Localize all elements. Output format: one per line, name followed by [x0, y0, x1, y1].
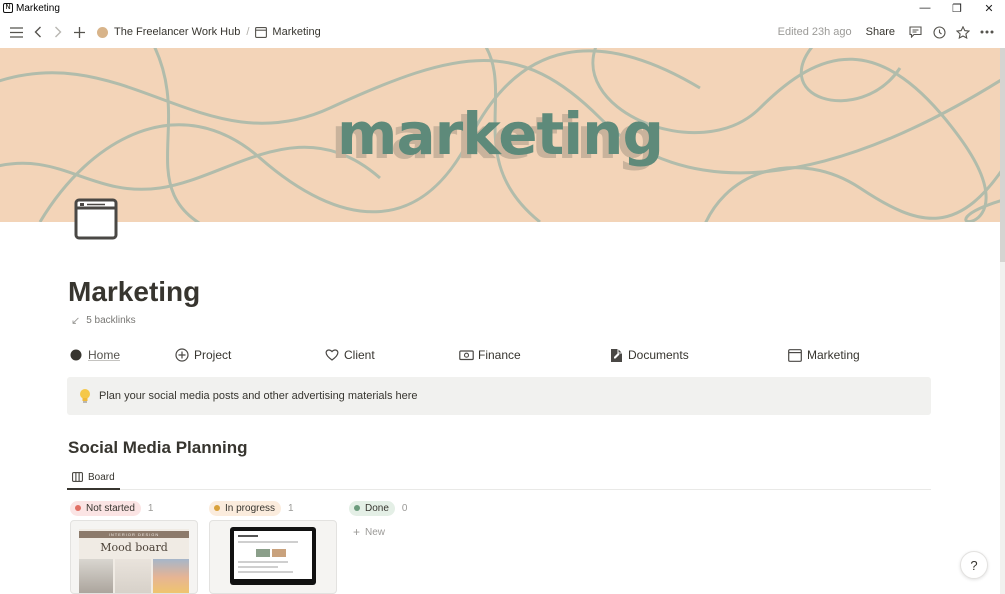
- plus-icon: +: [353, 525, 361, 539]
- vertical-scrollbar[interactable]: [1000, 48, 1005, 594]
- scrollbar-thumb[interactable]: [1000, 48, 1005, 262]
- minimize-button[interactable]: —: [909, 0, 941, 16]
- board-icon: [72, 472, 83, 482]
- status-label: Not started: [86, 502, 135, 514]
- avatar: [97, 26, 108, 38]
- breadcrumb-label-page: Marketing: [272, 26, 321, 38]
- card-cover-image: INTERIOR DESIGN Mood board: [79, 529, 189, 593]
- breadcrumb: The Freelancer Work Hub / Marketing: [97, 26, 321, 38]
- nav-project-label: Project: [194, 348, 232, 362]
- status-badge: In progress: [209, 500, 282, 516]
- notion-app-icon: N: [3, 3, 13, 13]
- mood-image: [115, 559, 151, 593]
- status-badge: Done: [349, 500, 395, 516]
- nav-project[interactable]: Project: [174, 345, 231, 365]
- board-column-header-done[interactable]: Done 0: [349, 500, 407, 516]
- comment-icon[interactable]: [905, 22, 925, 42]
- nav-marketing-label: Marketing: [807, 348, 860, 362]
- database-view-tabs: Board: [67, 466, 931, 490]
- mood-image: [153, 559, 189, 593]
- breadcrumb-workspace[interactable]: The Freelancer Work Hub: [97, 26, 240, 38]
- share-button[interactable]: Share: [866, 26, 895, 38]
- breadcrumb-label-workspace: The Freelancer Work Hub: [114, 26, 241, 38]
- hamburger-menu-icon[interactable]: [6, 22, 26, 42]
- backlinks-link[interactable]: ↙ 5 backlinks: [71, 314, 136, 327]
- browser-window-icon: [255, 26, 268, 38]
- card-cover-image: [230, 527, 316, 585]
- nav-client-label: Client: [344, 348, 375, 362]
- nav-client[interactable]: Client: [324, 345, 375, 365]
- window-controls: — ❐ ✕: [909, 0, 1005, 16]
- page-icon[interactable]: [74, 197, 118, 241]
- nav-finance-label: Finance: [478, 348, 521, 362]
- page-cover[interactable]: marketing marketing: [0, 48, 1000, 222]
- heart-chat-icon: [324, 347, 340, 363]
- nav-marketing[interactable]: Marketing: [787, 345, 860, 365]
- app-top-bar: The Freelancer Work Hub / Marketing Edit…: [0, 16, 1005, 48]
- section-title[interactable]: Social Media Planning: [68, 438, 247, 458]
- column-count: 0: [401, 502, 408, 514]
- board-card-in-progress[interactable]: [209, 520, 337, 594]
- status-label: Done: [365, 502, 389, 514]
- star-icon[interactable]: [953, 22, 973, 42]
- board-column-header-not-started[interactable]: Not started 1: [70, 500, 153, 516]
- nav-home[interactable]: Home: [68, 345, 120, 365]
- document-pen-icon: [608, 347, 624, 363]
- new-card-label: New: [365, 526, 386, 538]
- page-title[interactable]: Marketing: [68, 276, 200, 308]
- nav-finance[interactable]: Finance: [458, 345, 521, 365]
- history-clock-icon[interactable]: [929, 22, 949, 42]
- status-badge: Not started: [70, 500, 141, 516]
- filled-circle-icon: [68, 347, 84, 363]
- board-card-mood-board[interactable]: INTERIOR DESIGN Mood board: [70, 520, 198, 594]
- circle-plus-icon: [174, 347, 190, 363]
- restore-button[interactable]: ❐: [941, 0, 973, 16]
- kanban-board: Not started 1 INTERIOR DESIGN Mood board…: [67, 498, 931, 594]
- new-card-button[interactable]: + New: [353, 525, 385, 539]
- more-dots-icon[interactable]: [977, 22, 997, 42]
- board-column-header-in-progress[interactable]: In progress 1: [209, 500, 294, 516]
- callout-block[interactable]: Plan your social media posts and other a…: [67, 377, 931, 415]
- status-dot: [214, 505, 220, 511]
- lightbulb-icon[interactable]: [79, 388, 91, 404]
- forward-arrow-icon[interactable]: [48, 22, 68, 42]
- cover-word: marketing: [337, 100, 664, 168]
- mood-image: [79, 559, 113, 593]
- backlinks-label: 5 backlinks: [86, 315, 136, 326]
- status-dot: [354, 505, 360, 511]
- mood-board-banner: INTERIOR DESIGN: [79, 531, 189, 538]
- status-dot: [75, 505, 81, 511]
- nav-home-label: Home: [88, 348, 121, 362]
- mood-board-title: Mood board: [100, 541, 168, 554]
- column-count: 1: [288, 502, 294, 514]
- callout-text: Plan your social media posts and other a…: [99, 390, 418, 402]
- laptop-screen: [234, 531, 312, 579]
- close-button[interactable]: ✕: [973, 0, 1005, 16]
- tab-board-label: Board: [88, 471, 115, 483]
- window-title-bar: N Marketing — ❐ ✕: [0, 0, 1005, 16]
- back-arrow-icon[interactable]: [28, 22, 48, 42]
- money-icon: [458, 347, 474, 363]
- browser-window-icon: [74, 198, 118, 240]
- breadcrumb-page[interactable]: Marketing: [255, 26, 321, 38]
- nav-documents-label: Documents: [628, 348, 689, 362]
- edited-timestamp: Edited 23h ago: [777, 26, 852, 38]
- breadcrumb-separator: /: [246, 26, 250, 38]
- column-count: 1: [147, 502, 154, 514]
- browser-window-icon: [787, 347, 803, 363]
- nav-documents[interactable]: Documents: [608, 345, 689, 365]
- status-label: In progress: [225, 502, 276, 514]
- page-nav: Home Project Client Finance Documents Ma…: [0, 345, 1000, 365]
- topbar-actions: Edited 23h ago Share: [778, 16, 997, 48]
- tab-board[interactable]: Board: [67, 466, 120, 490]
- backlink-arrow-icon: ↙: [71, 315, 81, 327]
- plus-icon[interactable]: [69, 22, 89, 42]
- window-title: Marketing: [16, 2, 60, 14]
- help-button[interactable]: ?: [960, 551, 988, 579]
